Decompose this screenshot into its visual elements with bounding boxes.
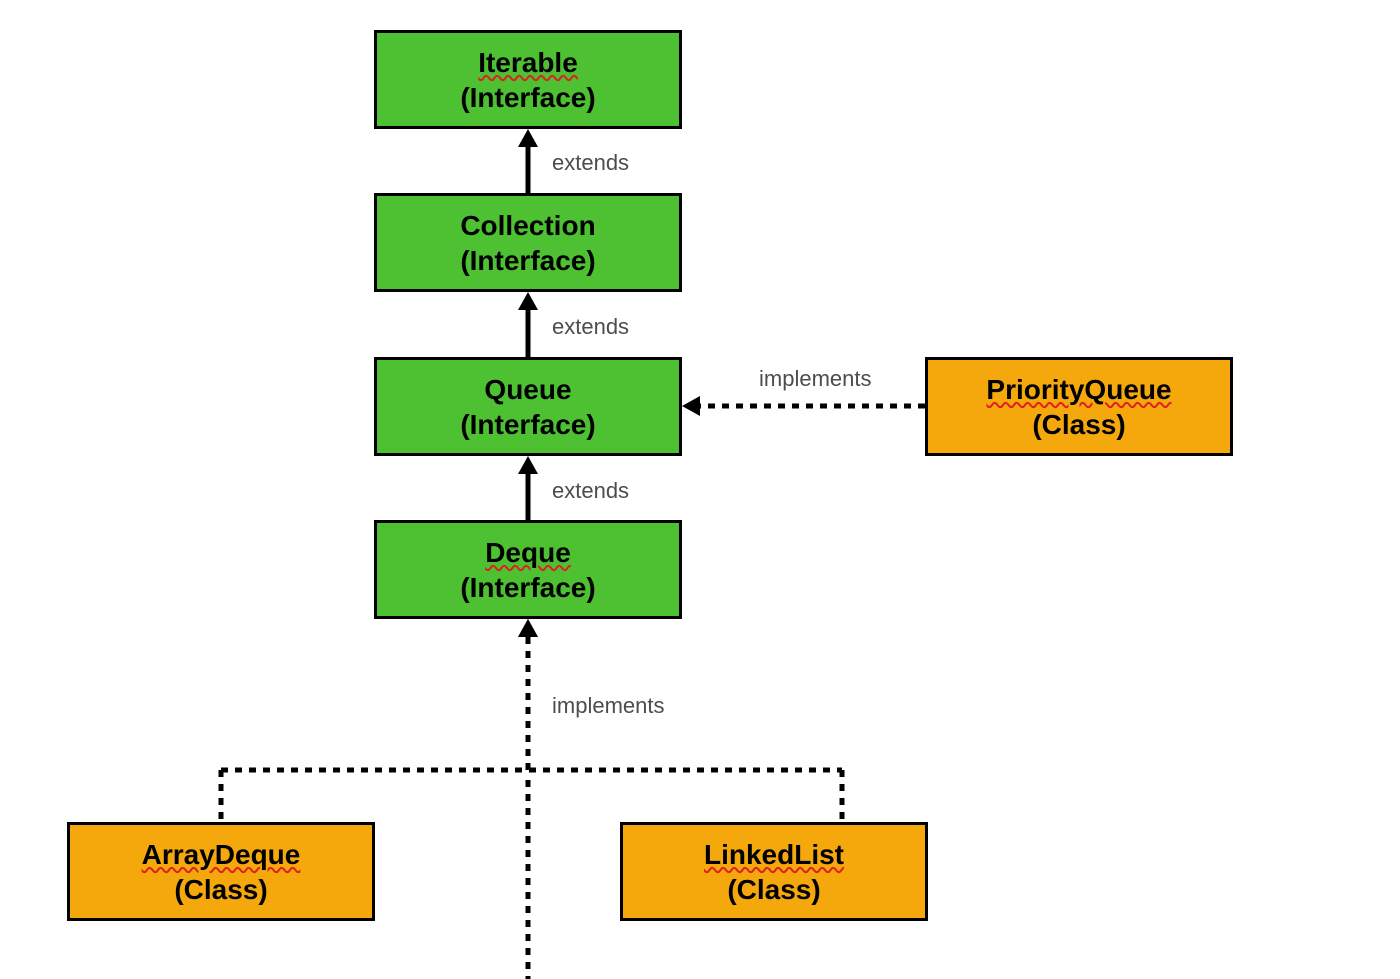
node-deque: Deque (Interface) (374, 520, 682, 619)
node-kind: (Interface) (460, 80, 595, 115)
node-name: Queue (484, 372, 571, 407)
node-iterable: Iterable (Interface) (374, 30, 682, 129)
label-implements-2: implements (552, 693, 664, 719)
node-kind: (Class) (174, 872, 267, 907)
node-kind: (Class) (727, 872, 820, 907)
node-kind: (Class) (1032, 407, 1125, 442)
arrow-deque-to-queue (518, 456, 538, 520)
node-priorityqueue: PriorityQueue (Class) (925, 357, 1233, 456)
node-collection: Collection (Interface) (374, 193, 682, 292)
node-linkedlist: LinkedList (Class) (620, 822, 928, 921)
node-name: LinkedList (704, 837, 844, 872)
node-name: Iterable (478, 45, 578, 80)
arrow-queue-to-collection (518, 292, 538, 357)
label-extends-1: extends (552, 150, 629, 176)
arrow-collection-to-iterable (518, 129, 538, 193)
label-extends-3: extends (552, 478, 629, 504)
node-kind: (Interface) (460, 570, 595, 605)
node-arraydeque: ArrayDeque (Class) (67, 822, 375, 921)
node-kind: (Interface) (460, 243, 595, 278)
leg-arraydeque (211, 770, 231, 822)
node-kind: (Interface) (460, 407, 595, 442)
arrow-arraydeque-linkedlist-to-deque (0, 619, 1400, 829)
label-extends-2: extends (552, 314, 629, 340)
node-name: Collection (460, 208, 595, 243)
label-implements-1: implements (759, 366, 871, 392)
node-name: PriorityQueue (986, 372, 1171, 407)
node-queue: Queue (Interface) (374, 357, 682, 456)
node-name: Deque (485, 535, 571, 570)
node-name: ArrayDeque (142, 837, 301, 872)
arrow-priorityqueue-to-queue (682, 396, 925, 416)
